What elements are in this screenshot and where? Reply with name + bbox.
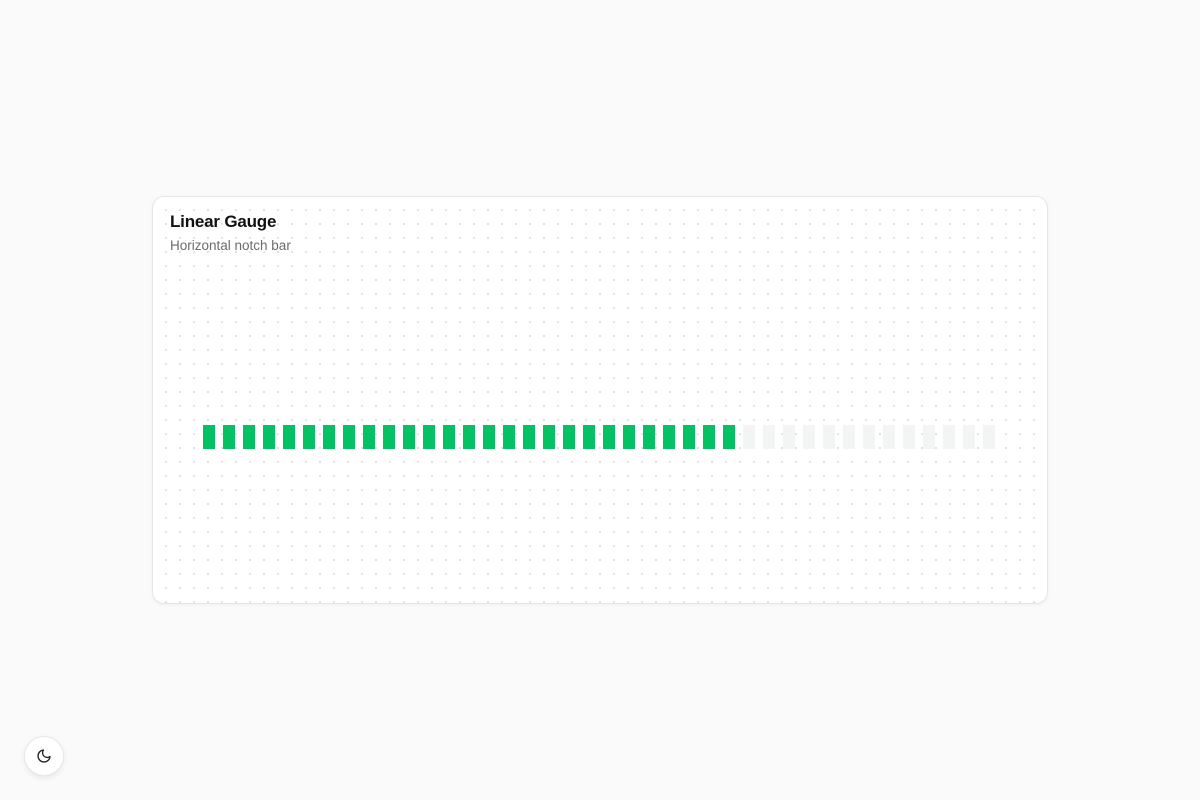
- gauge-notch-filled: [603, 425, 615, 449]
- gauge-notch-filled: [623, 425, 635, 449]
- theme-toggle-button[interactable]: [24, 736, 64, 776]
- gauge-notch-empty: [923, 425, 935, 449]
- gauge-notch-empty: [943, 425, 955, 449]
- gauge-notch-empty: [743, 425, 755, 449]
- gauge-notch-filled: [563, 425, 575, 449]
- gauge-notch-filled: [523, 425, 535, 449]
- gauge-notch-empty: [883, 425, 895, 449]
- card-subtitle: Horizontal notch bar: [170, 238, 291, 253]
- gauge-notch-empty: [823, 425, 835, 449]
- gauge-notch-filled: [643, 425, 655, 449]
- gauge-notch-filled: [583, 425, 595, 449]
- gauge-notch-empty: [863, 425, 875, 449]
- gauge-card: Linear Gauge Horizontal notch bar: [152, 196, 1048, 604]
- gauge-notch-filled: [443, 425, 455, 449]
- gauge-notch-filled: [203, 425, 215, 449]
- gauge-notch-filled: [543, 425, 555, 449]
- gauge-notch-filled: [703, 425, 715, 449]
- gauge-notch-empty: [843, 425, 855, 449]
- gauge-notch-filled: [463, 425, 475, 449]
- gauge-notch-filled: [483, 425, 495, 449]
- gauge-notch-filled: [383, 425, 395, 449]
- gauge-notch-filled: [423, 425, 435, 449]
- linear-gauge: [203, 425, 1003, 449]
- gauge-notch-filled: [403, 425, 415, 449]
- card-title: Linear Gauge: [170, 212, 277, 231]
- gauge-notch-filled: [323, 425, 335, 449]
- gauge-notch-empty: [783, 425, 795, 449]
- gauge-notch-empty: [983, 425, 995, 449]
- gauge-notch-filled: [503, 425, 515, 449]
- gauge-notch-empty: [903, 425, 915, 449]
- gauge-notch-empty: [763, 425, 775, 449]
- gauge-notch-empty: [803, 425, 815, 449]
- gauge-notch-filled: [223, 425, 235, 449]
- gauge-notch-filled: [663, 425, 675, 449]
- gauge-notch-filled: [283, 425, 295, 449]
- moon-icon: [36, 748, 52, 764]
- gauge-notch-filled: [723, 425, 735, 449]
- gauge-notch-filled: [683, 425, 695, 449]
- gauge-notch-filled: [303, 425, 315, 449]
- page: Linear Gauge Horizontal notch bar: [0, 0, 1200, 800]
- gauge-notch-filled: [243, 425, 255, 449]
- gauge-notch-filled: [363, 425, 375, 449]
- gauge-notch-filled: [263, 425, 275, 449]
- gauge-notch-empty: [963, 425, 975, 449]
- gauge-notch-filled: [343, 425, 355, 449]
